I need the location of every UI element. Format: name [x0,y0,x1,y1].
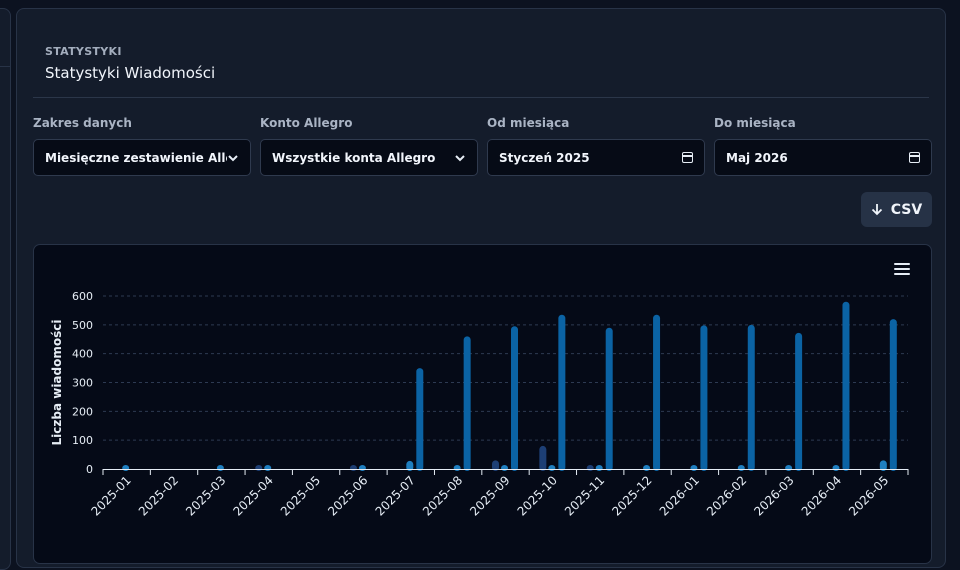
bar [501,465,508,471]
bar [889,319,897,471]
bar [122,465,130,471]
page-title: Statystyki Wiadomości [45,64,216,82]
y-tick-label: 200 [72,405,93,418]
to-month-value: Maj 2026 [726,150,788,165]
section-eyebrow: STATYSTYKI [45,45,122,58]
y-axis-label: Liczba wiadomości [50,320,64,446]
bar [586,465,594,471]
bar [643,465,651,471]
x-tick-label: 2025-05 [278,473,323,518]
bar [264,465,272,471]
chevron-down-icon [455,154,465,161]
csv-button-label: CSV [890,201,923,218]
x-tick-label: 2026-01 [657,473,702,518]
bar [690,465,698,471]
from-month-label: Od miesiąca [487,116,570,130]
from-month-input[interactable]: Styczeń 2025 [487,139,705,176]
y-tick-label: 0 [86,463,93,476]
bar [595,465,603,471]
x-tick-label: 2025-01 [88,473,133,518]
x-tick-label: 2025-02 [136,473,181,518]
csv-export-button[interactable]: CSV [861,192,932,227]
bar [737,465,745,471]
bar [255,465,263,471]
range-label: Zakres danych [33,116,132,130]
bar [511,326,518,471]
bar [842,301,850,471]
x-tick-label: 2025-07 [373,473,418,518]
account-select[interactable]: Wszystkie konta Allegro [260,139,478,176]
x-tick-label: 2025-03 [183,473,228,518]
x-tick-label: 2025-06 [325,473,370,518]
bar [416,368,424,471]
from-month-value: Styczeń 2025 [499,150,590,165]
x-tick-label: 2025-04 [231,473,276,518]
bar [795,332,803,471]
arrow-down-icon [871,204,882,216]
x-tick-label: 2026-03 [751,473,796,518]
bar [605,327,613,471]
bar [653,314,661,471]
x-tick-label: 2025-09 [467,473,512,518]
left-panel-divider [0,66,10,67]
bar [548,465,556,471]
account-label: Konto Allegro [260,116,353,130]
messages-chart: 0 100 200 300 400 500 600 2025-01 2025-02 2025-03… [50,290,909,519]
y-tick-label: 500 [72,319,93,332]
statistics-card: STATYSTYKI Statystyki Wiadomości Zakres … [16,8,946,568]
chart-container: 0 100 200 300 400 500 600 2025-01 2025-02 2025-03… [33,244,932,564]
bar [453,465,461,471]
bar [747,324,755,471]
x-tick-label: 2025-08 [420,473,465,518]
x-tick-label: 2025-11 [562,473,607,518]
calendar-icon[interactable] [682,152,693,163]
bar [700,325,708,471]
bar [785,465,793,471]
range-select-value: Miesięczne zestawienie Allegro [45,150,227,165]
y-tick-label: 600 [72,290,93,303]
left-panel [0,8,11,570]
x-tick-label: 2026-02 [704,473,749,518]
to-month-label: Do miesiąca [714,116,796,130]
header-divider [33,97,929,98]
x-tick-label: 2026-04 [799,473,844,518]
bar [358,465,366,471]
y-tick-label: 100 [72,434,93,447]
bar [539,445,547,471]
bar [463,336,471,471]
bar [216,465,224,471]
bar [558,314,566,471]
account-select-value: Wszystkie konta Allegro [272,150,436,165]
bar [832,465,840,471]
x-tick-label: 2026-05 [846,473,891,518]
chevron-down-icon [228,154,238,161]
calendar-icon[interactable] [909,152,920,163]
y-tick-label: 400 [72,348,93,361]
x-tick-label: 2025-10 [515,473,560,518]
bar [349,465,357,471]
y-tick-label: 300 [72,377,93,390]
range-select[interactable]: Miesięczne zestawienie Allegro [33,139,251,176]
to-month-input[interactable]: Maj 2026 [714,139,932,176]
x-tick-label: 2025-12 [609,473,654,518]
